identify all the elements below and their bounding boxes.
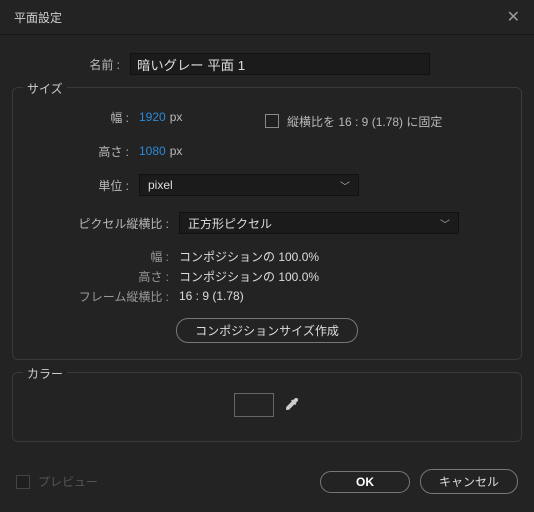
height-unit: px (170, 144, 183, 158)
chevron-down-icon: ﹀ (340, 178, 350, 193)
par-label: ピクセル縦横比 : (25, 215, 179, 232)
width-value[interactable]: 1920 (139, 110, 166, 124)
eyedropper-icon[interactable] (284, 396, 300, 415)
color-legend: カラー (23, 365, 67, 382)
cancel-button[interactable]: キャンセル (420, 469, 518, 494)
preview-label: プレビュー (38, 473, 98, 490)
height-value[interactable]: 1080 (139, 144, 166, 158)
par-select-value: 正方形ピクセル (188, 215, 272, 232)
size-legend: サイズ (23, 80, 67, 97)
color-fieldset: カラー (12, 372, 522, 442)
name-input[interactable] (130, 53, 430, 75)
height-label: 高さ : (25, 143, 139, 160)
close-icon[interactable]: ✕ (507, 7, 520, 27)
info-frame-label: フレーム縦横比 : (25, 288, 179, 305)
unit-select[interactable]: pixel ﹀ (139, 174, 359, 196)
info-width-value: コンポジションの 100.0% (179, 248, 319, 265)
make-comp-size-button[interactable]: コンポジションサイズ作成 (176, 318, 358, 343)
info-width-label: 幅 : (25, 248, 179, 265)
width-unit: px (170, 110, 183, 124)
name-label: 名前 : (12, 56, 130, 73)
info-height-label: 高さ : (25, 268, 179, 285)
info-frame-value: 16 : 9 (1.78) (179, 289, 244, 303)
unit-select-value: pixel (148, 178, 173, 192)
par-select[interactable]: 正方形ピクセル ﹀ (179, 212, 459, 234)
chevron-down-icon: ﹀ (440, 216, 450, 231)
size-fieldset: サイズ 幅 : 1920 px 高さ : 1080 px 縦横比を 16 : 9… (12, 87, 522, 360)
dialog-title: 平面設定 (14, 9, 62, 26)
info-height-value: コンポジションの 100.0% (179, 268, 319, 285)
unit-label: 単位 : (25, 177, 139, 194)
ok-button[interactable]: OK (320, 471, 410, 493)
width-label: 幅 : (25, 109, 139, 126)
preview-toggle: プレビュー (16, 473, 98, 490)
color-swatch[interactable] (234, 393, 274, 417)
lock-aspect-label: 縦横比を 16 : 9 (1.78) に固定 (287, 113, 442, 130)
lock-aspect-checkbox[interactable] (265, 114, 279, 128)
preview-checkbox (16, 475, 30, 489)
